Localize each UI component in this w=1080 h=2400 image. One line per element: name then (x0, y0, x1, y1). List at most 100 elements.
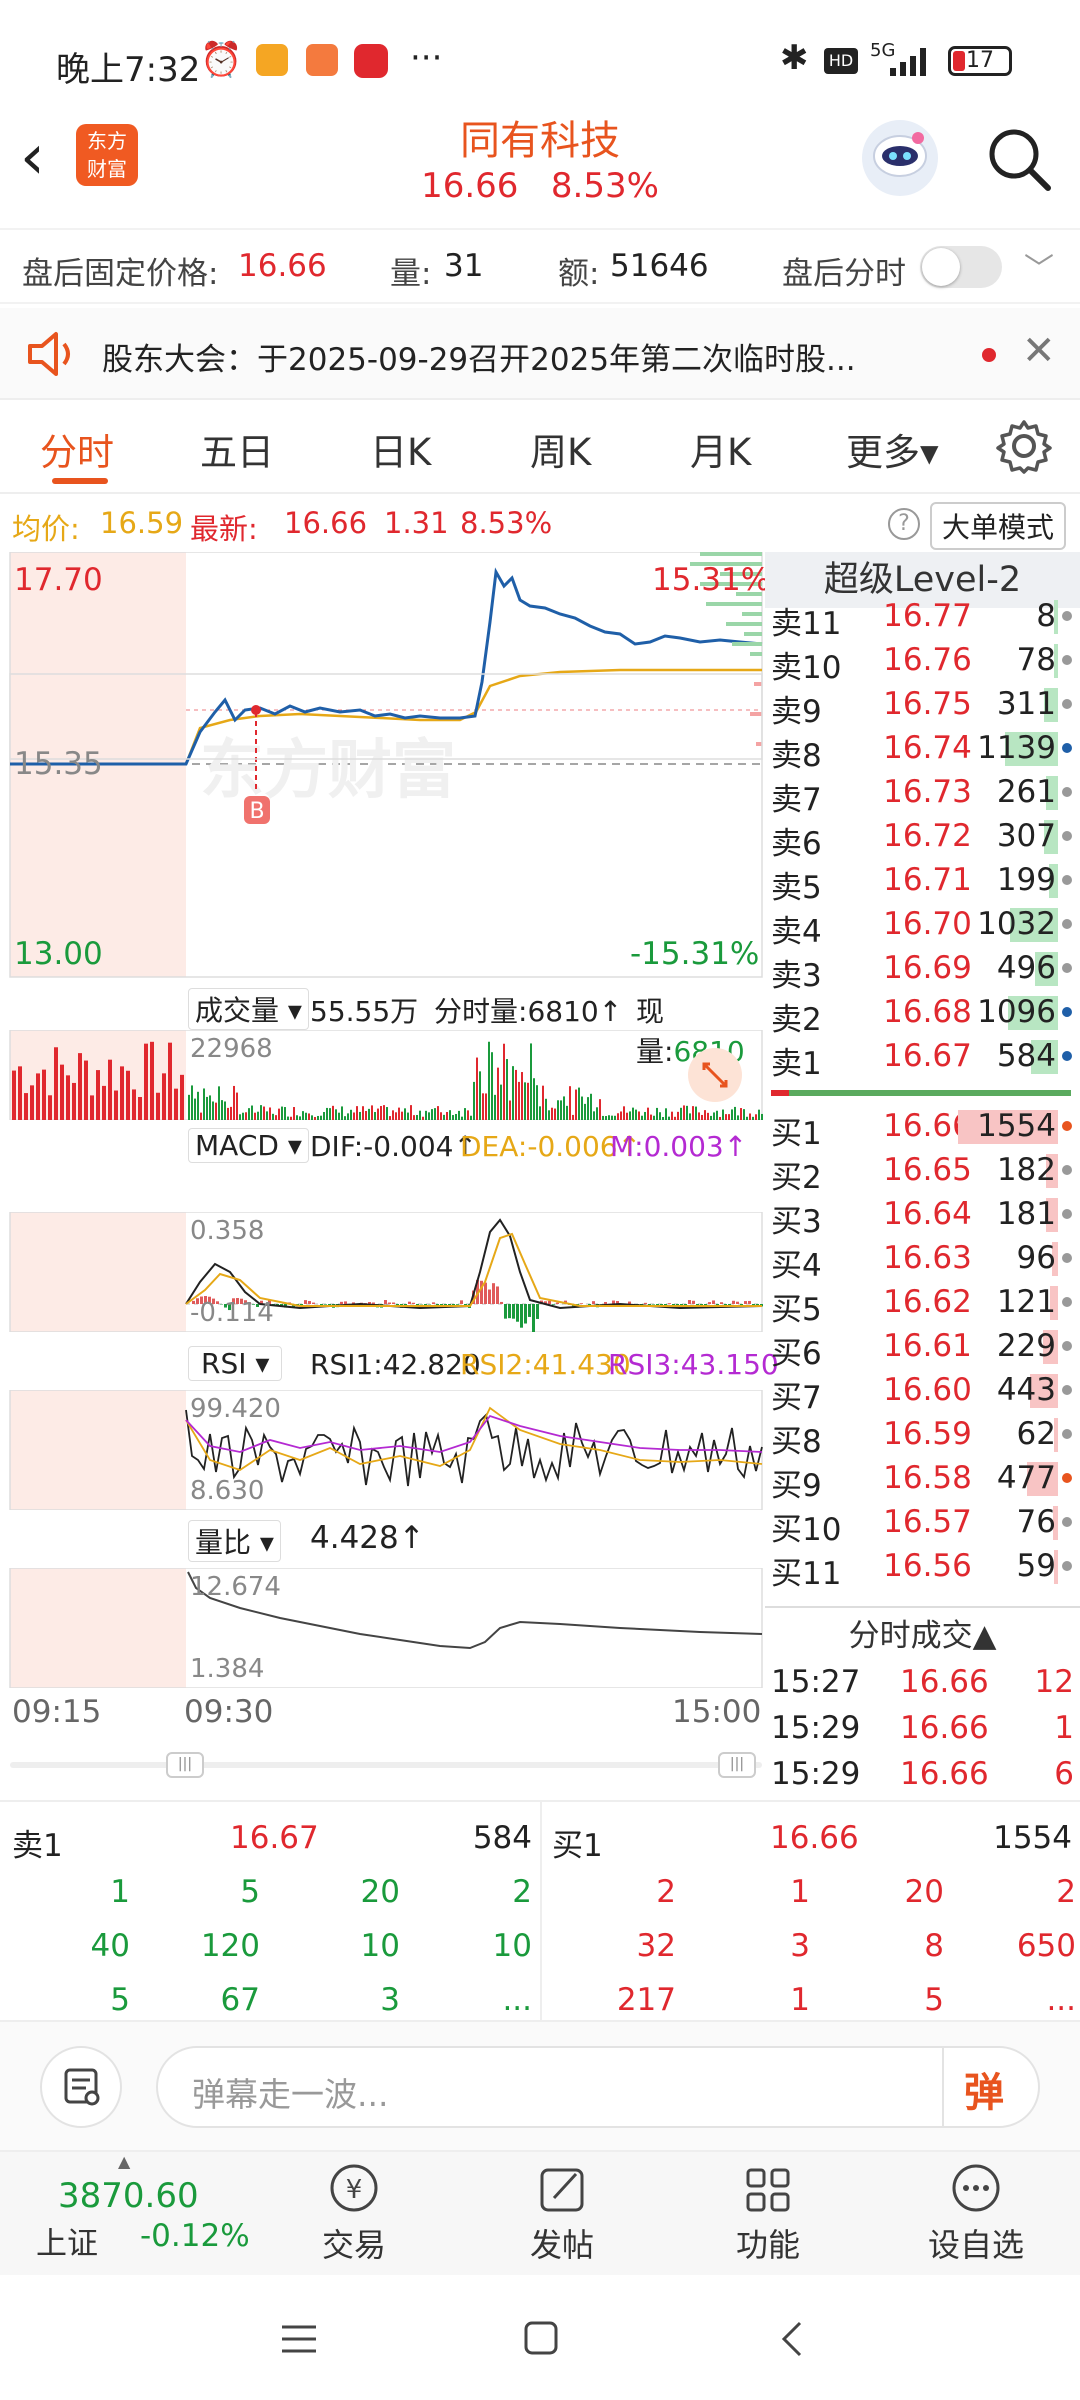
volume-bar (440, 1112, 442, 1120)
announcement-bar[interactable]: 股东大会：于2025-09-29召开2025年第二次临时股... ✕ (0, 308, 1080, 400)
volume-bar (701, 1114, 703, 1120)
bid-row[interactable]: 买6 16.61 229 (765, 1324, 1080, 1372)
ask-row[interactable]: 卖8 16.74 1139 (765, 726, 1080, 774)
ask-row[interactable]: 卖2 16.68 1096 (765, 990, 1080, 1038)
time-start: 09:15 (12, 1694, 102, 1730)
nav-trade[interactable]: ¥ 交易 (294, 2160, 414, 2266)
back-button[interactable]: ‹ (20, 120, 45, 193)
trade-row[interactable]: 15:27 16.66 12 (765, 1660, 1080, 1704)
volume-bar (311, 1115, 313, 1120)
bid-row[interactable]: 买4 16.63 96 (765, 1236, 1080, 1284)
tab-weekly-k[interactable]: 周K (530, 422, 591, 476)
queue-order-volume: 650 (1016, 1928, 1076, 1964)
queue-order-volume: 217 (616, 1982, 676, 2018)
volume-indicator-select[interactable]: 成交量 ▾ (188, 988, 309, 1030)
bid-row[interactable]: 买3 16.64 181 (765, 1192, 1080, 1240)
ask-row[interactable]: 卖3 16.69 496 (765, 946, 1080, 994)
ask-row[interactable]: 卖11 16.77 8 (765, 594, 1080, 642)
chart-range-scrollbar[interactable]: ||| ||| (10, 1752, 762, 1778)
app-logo[interactable]: 东方 财富 (76, 124, 138, 186)
tab-intraday[interactable]: 分时 (40, 422, 114, 476)
volume-bar (716, 1110, 718, 1120)
tab-five-day[interactable]: 五日 (200, 422, 274, 476)
bid-row[interactable]: 买7 16.60 443 (765, 1368, 1080, 1416)
bid-row[interactable]: 买5 16.62 121 (765, 1280, 1080, 1328)
trades-title[interactable]: 分时成交▲ (765, 1610, 1080, 1655)
bid-row[interactable]: 买8 16.59 62 (765, 1412, 1080, 1460)
big-order-mode-button[interactable]: 大单模式 (930, 502, 1067, 550)
bid-row[interactable]: 买10 16.57 76 (765, 1500, 1080, 1548)
macd-bar (668, 1303, 671, 1304)
volume-bar (518, 1081, 520, 1120)
bid-marker-dot (1062, 1473, 1072, 1483)
bid-level-label: 买3 (771, 1204, 822, 1240)
volume-bar (362, 1106, 364, 1120)
macd-bar (504, 1304, 507, 1319)
volume-bar (299, 1116, 301, 1120)
bid-price: 16.65 (883, 1152, 972, 1188)
recent-apps-icon[interactable] (276, 2319, 326, 2359)
bid-row[interactable]: 买1 16.66 1554 (765, 1104, 1080, 1152)
nav-functions[interactable]: 功能 (708, 2160, 828, 2266)
close-icon[interactable]: ✕ (1022, 328, 1056, 374)
back-nav-icon[interactable] (772, 2317, 812, 2361)
volume-bar (392, 1110, 394, 1120)
ask-row[interactable]: 卖5 16.71 199 (765, 858, 1080, 906)
volume-bar (617, 1113, 619, 1120)
latest-price-value: 16.66 (284, 506, 368, 540)
macd-bar (736, 1301, 739, 1304)
index-ticker[interactable]: ▲ 3870.60 上证 -0.12% (0, 2152, 250, 2277)
macd-indicator-select[interactable]: MACD ▾ (188, 1128, 309, 1163)
liangbi-indicator-select[interactable]: 量比 ▾ (188, 1520, 281, 1562)
time-open: 09:30 (184, 1694, 274, 1730)
bid-marker-dot (1062, 1561, 1072, 1571)
chevron-down-icon[interactable]: ﹀ (1024, 244, 1054, 288)
bid-level-label: 买1 (771, 1116, 822, 1152)
ask-row[interactable]: 卖1 16.67 584 (765, 1034, 1080, 1082)
macd-bar (340, 1301, 343, 1304)
volume-bar (341, 1106, 343, 1120)
nav-post[interactable]: 发帖 (502, 2160, 622, 2266)
trade-row[interactable]: 15:29 16.66 6 (765, 1752, 1080, 1796)
after-volume-value: 31 (444, 248, 484, 284)
settings-gear-icon[interactable] (996, 418, 1052, 474)
ask-row[interactable]: 卖10 16.76 78 (765, 638, 1080, 686)
ask-row[interactable]: 卖7 16.73 261 (765, 770, 1080, 818)
volume-bar (437, 1106, 439, 1120)
bid-row[interactable]: 买9 16.58 477 (765, 1456, 1080, 1504)
trade-row[interactable]: 15:29 16.66 1 (765, 1706, 1080, 1750)
range-handle-left[interactable]: ||| (166, 1752, 204, 1778)
volume-bar (150, 1041, 154, 1120)
ask-row[interactable]: 卖6 16.72 307 (765, 814, 1080, 862)
announcement-text[interactable]: 股东大会：于2025-09-29召开2025年第二次临时股... (102, 334, 962, 379)
bid-row[interactable]: 买2 16.65 182 (765, 1148, 1080, 1196)
home-icon[interactable] (520, 2317, 564, 2361)
volume-bar (314, 1116, 316, 1120)
after-hours-toggle[interactable] (920, 246, 1002, 288)
search-icon[interactable] (984, 124, 1054, 194)
nav-add-watchlist[interactable]: 设自选 (916, 2160, 1036, 2266)
ask-marker-dot (1062, 919, 1072, 929)
volume-bar (683, 1105, 685, 1120)
ask-row[interactable]: 卖9 16.75 311 (765, 682, 1080, 730)
danmu-input[interactable]: 弹幕走一波... 弹 (156, 2046, 1040, 2128)
volume-bar (180, 1074, 184, 1120)
volume-bar (398, 1107, 400, 1120)
rsi-indicator-select[interactable]: RSI ▾ (188, 1346, 283, 1381)
tab-monthly-k[interactable]: 月K (690, 422, 751, 476)
expand-icon[interactable] (688, 1048, 742, 1102)
macd-bar (488, 1289, 491, 1304)
tab-more[interactable]: 更多▾ (846, 422, 939, 476)
comment-list-icon[interactable] (40, 2046, 122, 2128)
range-handle-right[interactable]: ||| (718, 1752, 756, 1778)
queue-order-volume: 5 (240, 1874, 260, 1910)
danmu-send-button[interactable]: 弹 (964, 2060, 1004, 2118)
macd-bar (512, 1304, 515, 1319)
robot-assistant-icon[interactable] (862, 120, 938, 196)
danmu-placeholder: 弹幕走一波... (192, 2075, 389, 2114)
bid-row[interactable]: 买11 16.56 59 (765, 1544, 1080, 1592)
help-icon[interactable]: ? (888, 508, 920, 540)
eastmoney-notification-icon (354, 44, 388, 78)
tab-daily-k[interactable]: 日K (370, 422, 431, 476)
ask-row[interactable]: 卖4 16.70 1032 (765, 902, 1080, 950)
